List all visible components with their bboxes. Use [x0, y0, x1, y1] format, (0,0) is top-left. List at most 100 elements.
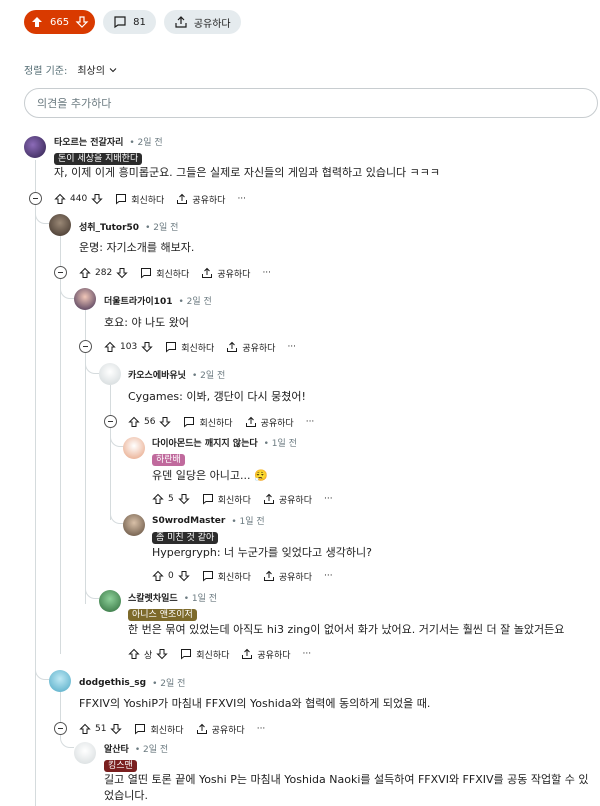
timestamp[interactable]: • 2일 전 [135, 742, 168, 755]
comments-button[interactable]: 81 [103, 10, 156, 34]
timestamp[interactable]: • 1일 전 [264, 436, 297, 449]
timestamp[interactable]: • 2일 전 [192, 368, 225, 381]
avatar[interactable] [49, 214, 71, 236]
reply-button[interactable]: 회신하다 [115, 193, 164, 206]
user-flair: 좀 미친 것 같아 [152, 532, 219, 544]
share-button[interactable]: 공유하다 [226, 341, 275, 354]
vote-control: 51 [79, 723, 123, 735]
share-icon [196, 723, 207, 734]
more-options-button[interactable]: ··· [306, 417, 315, 427]
downvote-icon[interactable] [110, 723, 123, 735]
username[interactable]: 다이아몬드는 깨지지 않는다 [152, 436, 258, 449]
reply-label: 회신하다 [181, 343, 215, 354]
timestamp[interactable]: • 2일 전 [152, 676, 185, 689]
timestamp[interactable]: • 2일 전 [178, 294, 211, 307]
reply-button[interactable]: 회신하다 [180, 648, 229, 661]
comment-actions: 56 회신하다 공유하다 ··· [128, 413, 326, 431]
collapse-thread-button[interactable] [104, 415, 117, 428]
thread-hook [35, 652, 49, 680]
avatar[interactable] [74, 742, 96, 764]
downvote-icon[interactable] [178, 493, 190, 505]
share-button[interactable]: 공유하다 [245, 416, 294, 429]
collapse-thread-button[interactable] [79, 340, 92, 353]
avatar[interactable] [123, 514, 145, 536]
comment-actions: 103 회신하다 공유하다 ··· [104, 338, 308, 356]
username[interactable]: 카오스에바유닛 [128, 368, 186, 381]
reply-button[interactable]: 회신하다 [202, 493, 251, 506]
timestamp[interactable]: • 2일 전 [129, 135, 162, 148]
upvote-icon[interactable] [128, 648, 140, 660]
more-options-button[interactable]: ··· [303, 649, 312, 659]
collapse-thread-button[interactable] [29, 192, 42, 205]
comment: 스칼렛차일드 • 1일 전 아니스 앤조이저 [128, 591, 217, 621]
timestamp[interactable]: • 2일 전 [145, 220, 178, 233]
comment-icon [181, 649, 192, 660]
comment-score: 0 [168, 571, 174, 581]
avatar[interactable] [99, 363, 121, 385]
upvote-icon[interactable] [54, 193, 66, 205]
reply-button[interactable]: 회신하다 [202, 570, 251, 583]
downvote-icon[interactable] [159, 416, 172, 428]
comment-score: 상 [144, 650, 153, 661]
share-button[interactable]: 공유하다 [241, 648, 291, 661]
reply-label: 회신하다 [150, 725, 184, 736]
username[interactable]: 더울트라가이101 [104, 294, 172, 307]
reply-button[interactable]: 회신하다 [140, 267, 189, 280]
username[interactable]: 알산타 [104, 742, 129, 755]
timestamp[interactable]: • 1일 전 [231, 514, 264, 527]
avatar[interactable] [123, 437, 145, 459]
reply-button[interactable]: 회신하다 [134, 723, 184, 736]
vote-control: 5 [152, 493, 190, 505]
downvote-icon[interactable] [116, 267, 128, 279]
more-options-button[interactable]: ··· [287, 342, 296, 352]
downvote-icon[interactable] [156, 648, 168, 660]
upvote-icon[interactable] [152, 493, 164, 505]
upvote-icon[interactable] [79, 267, 91, 279]
avatar[interactable] [99, 590, 121, 612]
comment-actions: 440 회신하다 공유하다 ··· [54, 190, 258, 208]
share-button[interactable]: 공유하다 [163, 10, 241, 34]
add-comment-input[interactable]: 의견을 추가하다 [24, 88, 598, 118]
downvote-icon[interactable] [91, 193, 103, 205]
more-options-button[interactable]: ··· [324, 571, 333, 581]
downvote-icon[interactable] [141, 341, 153, 353]
vote-control[interactable]: 665 [24, 10, 96, 34]
share-button[interactable]: 공유하다 [263, 570, 312, 583]
upvote-icon[interactable] [152, 570, 164, 582]
reply-button[interactable]: 회신하다 [165, 341, 214, 354]
share-button[interactable]: 공유하다 [196, 723, 245, 736]
sort-dropdown[interactable]: 최상의 [77, 62, 118, 77]
more-options-button[interactable]: ··· [237, 194, 246, 204]
share-icon [242, 648, 253, 659]
downvote-icon[interactable] [75, 15, 89, 29]
comment-icon [202, 494, 213, 505]
more-options-button[interactable]: ··· [262, 268, 271, 278]
avatar[interactable] [74, 288, 96, 310]
avatar[interactable] [49, 670, 71, 692]
upvote-icon[interactable] [128, 416, 140, 428]
username[interactable]: 성취_Tutor50 [79, 220, 139, 233]
collapse-thread-button[interactable] [54, 266, 67, 279]
upvote-icon[interactable] [79, 723, 91, 735]
comment-icon [114, 16, 126, 29]
username[interactable]: 타오르는 전갈자리 [54, 135, 123, 148]
reply-button[interactable]: 회신하다 [183, 416, 233, 429]
username[interactable]: 스칼렛차일드 [128, 591, 178, 604]
vote-control: 56 [128, 416, 172, 428]
more-options-button[interactable]: ··· [324, 494, 333, 504]
more-options-button[interactable]: ··· [257, 724, 266, 734]
username[interactable]: dodgethis_sg [79, 678, 146, 688]
thread-line [35, 160, 36, 806]
share-button[interactable]: 공유하다 [201, 267, 250, 280]
share-button[interactable]: 공유하다 [176, 193, 225, 206]
upvote-icon[interactable] [104, 341, 116, 353]
username[interactable]: S0wrodMaster [152, 516, 225, 526]
comment-body: FFXIV의 YoshiP가 마침내 FFXVI의 Yoshida와 협력에 동… [79, 697, 431, 710]
timestamp[interactable]: • 1일 전 [184, 591, 217, 604]
share-button[interactable]: 공유하다 [263, 493, 312, 506]
downvote-icon[interactable] [178, 570, 190, 582]
comment: 카오스에바유닛 • 2일 전 [128, 368, 225, 381]
collapse-thread-button[interactable] [54, 722, 67, 735]
upvote-icon[interactable] [30, 15, 44, 29]
avatar[interactable] [24, 136, 46, 158]
